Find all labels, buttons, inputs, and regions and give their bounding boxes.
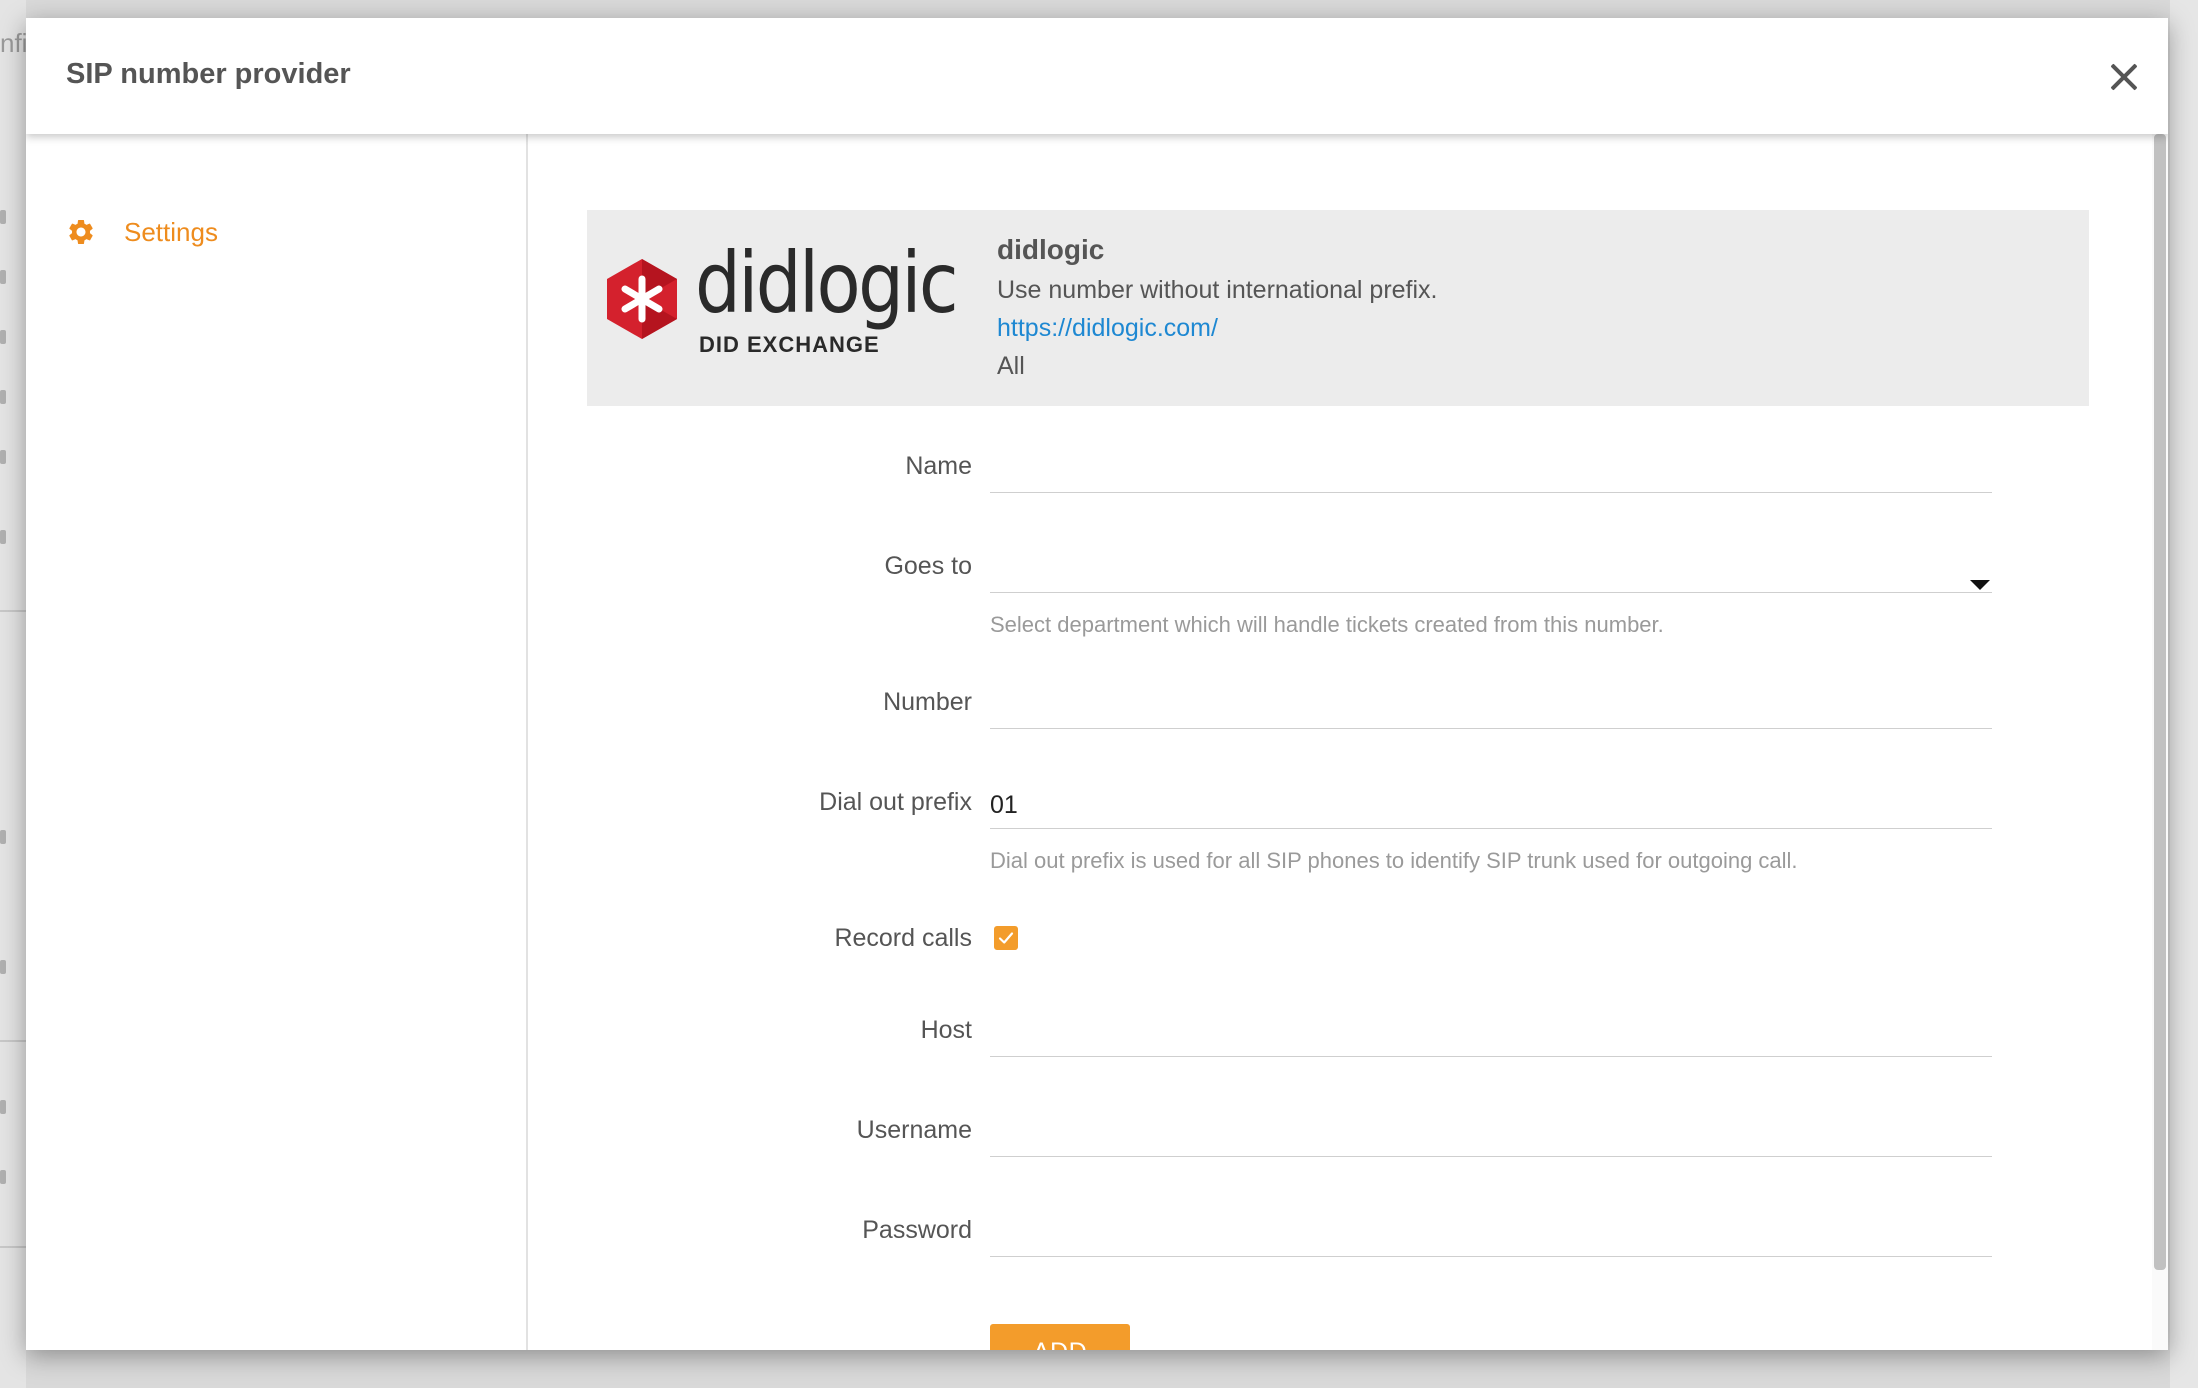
- background-icon: [0, 960, 6, 974]
- dial-out-prefix-label: Dial out prefix: [819, 788, 972, 816]
- background-icon: [0, 830, 6, 844]
- background-icon: [0, 270, 6, 284]
- scrollbar-thumb[interactable]: [2154, 134, 2166, 1270]
- asterisk-logo-icon: [607, 259, 677, 339]
- modal-header: SIP number provider: [26, 18, 2168, 134]
- background-divider: [0, 610, 26, 612]
- sip-provider-modal: SIP number provider Settings didlogic DI…: [26, 18, 2168, 1350]
- add-button[interactable]: ADD: [990, 1324, 1130, 1350]
- background-icon: [0, 530, 6, 544]
- sidebar-item-settings[interactable]: Settings: [66, 210, 218, 254]
- background-divider: [0, 1246, 26, 1248]
- password-label: Password: [862, 1216, 972, 1244]
- gear-icon: [69, 220, 93, 244]
- record-calls-checkbox[interactable]: [994, 926, 1018, 950]
- host-field[interactable]: [990, 1010, 1992, 1057]
- host-label: Host: [920, 1016, 972, 1044]
- name-label: Name: [905, 452, 972, 480]
- number-label: Number: [883, 688, 972, 716]
- background-icon: [0, 450, 6, 464]
- provider-scope: All: [997, 352, 1025, 380]
- goes-to-select[interactable]: [990, 546, 1992, 593]
- checkmark-icon: [998, 932, 1014, 944]
- name-field[interactable]: [990, 446, 1992, 493]
- background-app-strip: nfi: [0, 0, 28, 1388]
- modal-scrollbar[interactable]: [2152, 134, 2168, 1350]
- username-label: Username: [856, 1116, 972, 1144]
- background-icon: [0, 330, 6, 344]
- modal-sidebar: Settings: [26, 134, 528, 1350]
- number-field[interactable]: [990, 682, 1992, 729]
- sidebar-item-label: Settings: [124, 216, 218, 247]
- logo-wordmark: didlogic: [695, 234, 959, 332]
- provider-link[interactable]: https://didlogic.com/: [997, 314, 1218, 343]
- modal-title: SIP number provider: [66, 58, 351, 90]
- background-icon: [0, 210, 6, 224]
- background-icon: [0, 1170, 6, 1184]
- username-field[interactable]: [990, 1110, 1992, 1157]
- logo-subtitle: DID EXCHANGE: [699, 332, 880, 357]
- provider-logo: didlogic DID EXCHANGE: [605, 234, 975, 366]
- provider-description: Use number without international prefix.: [997, 276, 1438, 304]
- close-icon[interactable]: [2104, 58, 2144, 98]
- provider-name: didlogic: [997, 234, 1105, 265]
- chevron-down-icon[interactable]: [1970, 580, 1990, 590]
- dial-out-prefix-hint: Dial out prefix is used for all SIP phon…: [990, 848, 1798, 873]
- goes-to-label: Goes to: [884, 552, 972, 580]
- modal-content: didlogic DID EXCHANGE didlogic Use numbe…: [528, 134, 2168, 1350]
- password-field[interactable]: [990, 1210, 1992, 1257]
- background-icon: [0, 1100, 6, 1114]
- background-icon: [0, 390, 6, 404]
- background-app-right: [2170, 0, 2198, 1388]
- record-calls-label: Record calls: [834, 924, 972, 952]
- background-divider: [0, 1040, 26, 1042]
- background-partial-text: nfi: [0, 28, 28, 58]
- provider-card: didlogic DID EXCHANGE didlogic Use numbe…: [587, 210, 2089, 406]
- dial-out-prefix-field[interactable]: [990, 782, 1992, 829]
- goes-to-hint: Select department which will handle tick…: [990, 612, 1664, 637]
